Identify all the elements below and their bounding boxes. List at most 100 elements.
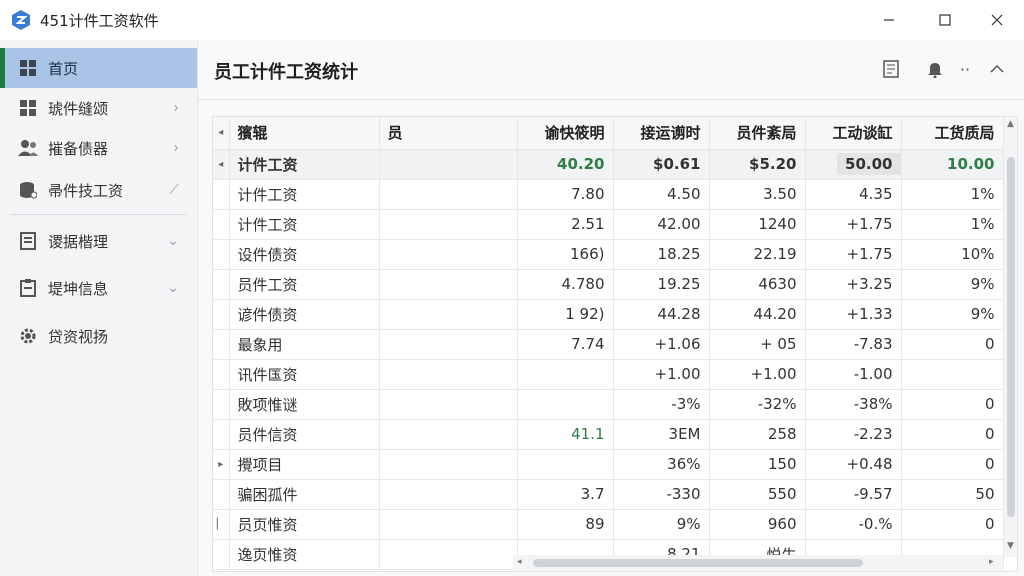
table-cell: 9%: [613, 509, 710, 540]
table-cell: -1.00: [805, 359, 902, 390]
table-cell: 7.74: [517, 329, 614, 360]
minimize-button[interactable]: [866, 0, 912, 40]
table-row[interactable]: 敗项惟谜 -3% -32% -38% 0: [213, 389, 1004, 420]
table-row-total[interactable]: ◂ 计件工资 40.20 $0.61 $5.20 50.00 10.00: [213, 149, 1004, 180]
maximize-button[interactable]: [922, 0, 968, 40]
row-marker: [213, 209, 230, 240]
row-marker: ◂: [213, 117, 230, 150]
sidebar-item-label: 堤坤信息: [48, 279, 109, 298]
sidebar-item-label: 首页: [48, 59, 79, 78]
sidebar-divider: [10, 214, 186, 215]
table-cell: +1.75: [805, 209, 902, 240]
table-cell: [379, 209, 518, 240]
sidebar: 首页 琥件缝颂 › 摧备债器 › 帚件技工资 ⟋ 谡据楷理 ⌄ 堤坤信息 ⌄ 贷…: [0, 40, 198, 576]
document-icon[interactable]: [880, 58, 902, 80]
row-marker: [213, 269, 230, 300]
chevron-right-icon: ›: [173, 100, 179, 116]
table-row[interactable]: 计件工资 2.51 42.00 1240 +1.75 1%: [213, 209, 1004, 240]
table-cell: +1.06: [613, 329, 710, 360]
sidebar-item-1[interactable]: 琥件缝颂 ›: [0, 88, 197, 128]
table-cell: 计件工资: [229, 149, 380, 180]
table-cell: 10%: [901, 239, 1004, 270]
table-cell: 3EM: [613, 419, 710, 450]
column-header[interactable]: 接运谫时: [613, 117, 710, 150]
more-icon[interactable]: ··: [954, 58, 976, 80]
table-cell: -3%: [613, 389, 710, 420]
table-cell: 4.780: [517, 269, 614, 300]
column-header[interactable]: 工动谈缸: [805, 117, 902, 150]
vertical-scrollbar[interactable]: ▲ ▼: [1003, 117, 1017, 557]
table-cell: 166): [517, 239, 614, 270]
scroll-left-icon[interactable]: ◂: [517, 557, 522, 567]
row-marker: [213, 179, 230, 210]
salary-table: ◂ 獱辊 员 谕快筱明 接运谫时 员件紊局 工动谈缸 工货质局 ◂ 计件工资 4…: [213, 117, 1004, 570]
table-cell: 员件工资: [229, 269, 380, 300]
table-cell: 258: [709, 419, 806, 450]
table-row[interactable]: ▸ 攪项目 36% 150 +0.48 0: [213, 449, 1004, 480]
table-cell: 逸页惟资: [229, 539, 380, 570]
table-row[interactable]: ▏ 员页惟资 89 9% 960 -0.% 0: [213, 509, 1004, 540]
bell-icon[interactable]: [924, 58, 946, 80]
column-header[interactable]: 员: [379, 117, 518, 150]
close-icon: [991, 14, 1003, 26]
page-title: 员工计件工资统计: [214, 62, 358, 83]
column-header[interactable]: 獱辊: [229, 117, 380, 150]
table-cell: 0: [901, 449, 1004, 480]
row-marker: ▸: [213, 449, 230, 480]
column-header[interactable]: 谕快筱明: [517, 117, 614, 150]
table-cell: [379, 509, 518, 540]
scroll-up-icon[interactable]: ▲: [1007, 119, 1014, 129]
horizontal-scrollbar[interactable]: ◂ ▸: [513, 555, 1003, 571]
table-cell: 50.00: [805, 149, 902, 180]
chevron-up-icon[interactable]: [986, 58, 1008, 80]
table-cell: 2.51: [517, 209, 614, 240]
sidebar-item-label: 摧备债器: [48, 139, 109, 158]
clipboard-icon: [18, 278, 38, 298]
sidebar-item-home[interactable]: 首页: [0, 48, 197, 88]
table-row[interactable]: 骗困孤件 3.7 -330 550 -9.57 50: [213, 479, 1004, 510]
table-cell: 960: [709, 509, 806, 540]
table-cell: 10.00: [901, 149, 1004, 180]
sidebar-item-3[interactable]: 帚件技工资 ⟋: [0, 170, 197, 210]
table-row[interactable]: 员件工资 4.780 19.25 4630 +3.25 9%: [213, 269, 1004, 300]
table-cell: 9%: [901, 269, 1004, 300]
table-cell: [379, 389, 518, 420]
scrollbar-thumb[interactable]: [533, 559, 863, 567]
main-content: 员工计件工资统计 ·· ◂ 獱辊 员 谕快筱明 接运谫时 员件紊局 工动谈缸 工…: [198, 40, 1024, 576]
scroll-down-icon[interactable]: ▼: [1007, 541, 1014, 551]
close-button[interactable]: [974, 0, 1020, 40]
table-cell: 1240: [709, 209, 806, 240]
sidebar-item-2[interactable]: 摧备债器 ›: [0, 128, 197, 168]
table-cell: 员件信资: [229, 419, 380, 450]
table-cell: 1 92): [517, 299, 614, 330]
table-cell: +3.25: [805, 269, 902, 300]
table-cell: 50: [901, 479, 1004, 510]
app-title: 451计件工资软件: [40, 11, 159, 30]
table-row[interactable]: 设件债资 166) 18.25 22.19 +1.75 10%: [213, 239, 1004, 270]
table-cell: +0.48: [805, 449, 902, 480]
table-row[interactable]: 谚件债资 1 92) 44.28 44.20 +1.33 9%: [213, 299, 1004, 330]
scrollbar-thumb[interactable]: [1007, 157, 1015, 517]
table-cell: [379, 449, 518, 480]
table-cell: [517, 449, 614, 480]
table-row[interactable]: 讯件匤资 +1.00 +1.00 -1.00: [213, 359, 1004, 390]
document-icon: [18, 231, 38, 251]
table-cell: 4.50: [613, 179, 710, 210]
sidebar-item-6[interactable]: 贷资视扬: [0, 316, 197, 356]
table-cell: 3.50: [709, 179, 806, 210]
row-marker: [213, 389, 230, 420]
column-header[interactable]: 工货质局: [901, 117, 1004, 150]
table-cell: +1.33: [805, 299, 902, 330]
scroll-right-icon[interactable]: ▸: [989, 557, 994, 567]
table-cell: 36%: [613, 449, 710, 480]
table-row[interactable]: 计件工资 7.80 4.50 3.50 4.35 1%: [213, 179, 1004, 210]
table-cell: $5.20: [709, 149, 806, 180]
table-cell: 1%: [901, 209, 1004, 240]
table-row[interactable]: 员件信资 41.1 3EM 258 -2.23 0: [213, 419, 1004, 450]
table-cell: + 05: [709, 329, 806, 360]
table-cell: 最象用: [229, 329, 380, 360]
sidebar-item-4[interactable]: 谡据楷理 ⌄: [0, 221, 197, 261]
sidebar-item-5[interactable]: 堤坤信息 ⌄: [0, 268, 197, 308]
column-header[interactable]: 员件紊局: [709, 117, 806, 150]
table-row[interactable]: 最象用 7.74 +1.06 + 05 -7.83 0: [213, 329, 1004, 360]
